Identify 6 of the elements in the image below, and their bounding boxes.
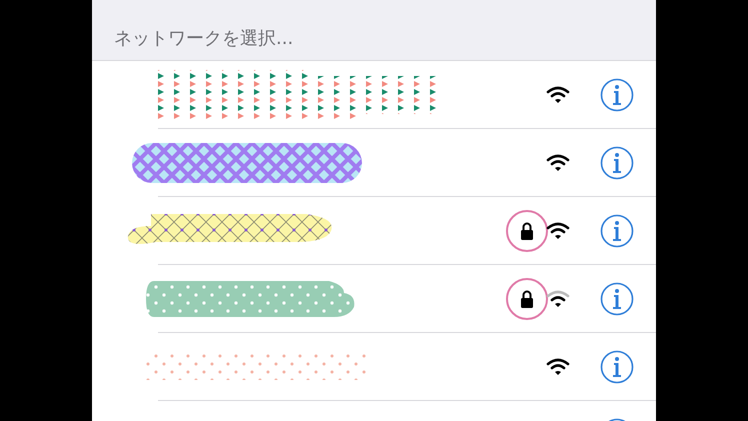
info-icon[interactable] — [600, 282, 634, 316]
info-icon[interactable] — [600, 214, 634, 248]
info-icon[interactable] — [600, 350, 634, 384]
info-icon[interactable] — [600, 78, 634, 112]
section-title: ネットワークを選択... — [114, 27, 294, 50]
info-icon[interactable] — [600, 146, 634, 180]
